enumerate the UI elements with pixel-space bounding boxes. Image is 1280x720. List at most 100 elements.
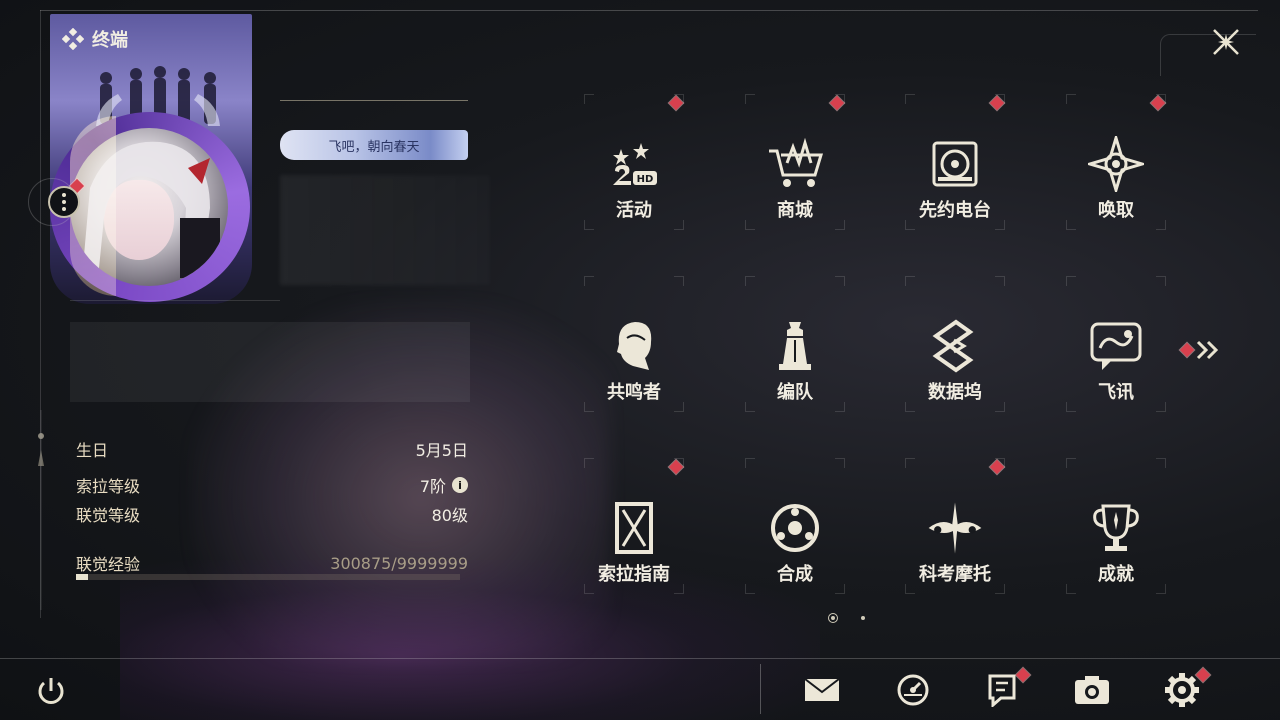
clock-button[interactable] — [893, 670, 933, 710]
menu-item-label: 编队 — [777, 382, 813, 403]
camera-button[interactable] — [1072, 670, 1112, 710]
menu-item-shop[interactable]: 商城 — [715, 90, 875, 270]
grid-corner — [674, 276, 684, 286]
grid-corner — [584, 276, 594, 286]
profile-separator — [70, 300, 280, 301]
grid-corner — [1066, 94, 1076, 104]
union-exp-progress-bar — [76, 574, 460, 580]
menu-item-databank[interactable]: 数据坞 — [875, 272, 1035, 452]
bottom-bar-divider — [760, 664, 761, 714]
menu-item-label: 商城 — [777, 200, 813, 221]
team-icon — [765, 316, 825, 376]
menu-item-label: 活动 — [616, 200, 652, 221]
grid-corner — [835, 276, 845, 286]
menu-item-resonator[interactable]: 共鸣者 — [554, 272, 714, 452]
grid-corner — [1156, 276, 1166, 286]
union-level-value: 80级 — [431, 506, 468, 525]
terminal-title-text: 终端 — [92, 30, 128, 51]
menu-item-motorbike[interactable]: 科考摩托 — [875, 454, 1035, 634]
notice-icon — [987, 673, 1017, 707]
grid-corner — [745, 94, 755, 104]
union-level-row: 联觉等级 80级 — [76, 502, 468, 526]
menu-item-label: 成就 — [1098, 564, 1134, 585]
menu-item-event[interactable]: HD 活动 — [554, 90, 714, 270]
shop-icon — [765, 134, 825, 194]
grid-corner — [835, 458, 845, 468]
sola-level-value: 7阶 — [419, 477, 446, 496]
union-exp-value: 300875/9999999 — [330, 553, 468, 573]
message-icon — [1086, 316, 1146, 376]
menu-item-label: 飞讯 — [1098, 382, 1134, 403]
signature-blurred[interactable] — [70, 322, 470, 402]
event-icon: HD — [604, 134, 664, 194]
bottom-bar-line — [0, 658, 1280, 659]
power-button[interactable] — [34, 674, 68, 708]
grid-corner — [584, 94, 594, 104]
title-badge[interactable]: 飞吧，朝向春天 — [280, 130, 468, 160]
radio-icon — [925, 134, 985, 194]
menu-item-label: 数据坞 — [928, 382, 982, 403]
union-exp-label: 联觉经验 — [76, 555, 141, 574]
menu-item-synthesis[interactable]: 合成 — [715, 454, 875, 634]
grid-corner — [905, 458, 915, 468]
page-indicator-2[interactable] — [861, 616, 865, 620]
menu-item-label: 共鸣者 — [607, 382, 661, 403]
camera-icon — [1073, 674, 1111, 706]
grid-corner — [1066, 276, 1076, 286]
menu-item-message[interactable]: 飞讯 — [1036, 272, 1196, 452]
databank-icon — [925, 316, 985, 376]
sola-level-value-group: 7阶 i — [420, 473, 468, 497]
notification-badge-icon — [1015, 667, 1031, 683]
grid-corner — [995, 276, 1005, 286]
name-underline — [280, 100, 468, 101]
menu-item-achievement[interactable]: 成就 — [1036, 454, 1196, 634]
grid-corner — [905, 276, 915, 286]
page-indicator-1[interactable] — [828, 613, 838, 623]
menu-item-convene[interactable]: 唤取 — [1036, 90, 1196, 270]
settings-gear-icon — [1164, 672, 1200, 708]
terminal-title: 终端 — [62, 26, 128, 52]
motorbike-icon — [925, 498, 985, 558]
sola-level-row: 索拉等级 7阶 i — [76, 473, 468, 497]
mail-icon — [803, 675, 841, 705]
grid-corner — [905, 94, 915, 104]
menu-item-label: 科考摩托 — [919, 564, 991, 585]
grid-corner — [1156, 458, 1166, 468]
menu-item-label: 合成 — [777, 564, 813, 585]
power-icon — [38, 678, 64, 704]
left-decoration — [36, 410, 46, 610]
grid-corner — [745, 276, 755, 286]
title-badge-text: 飞吧，朝向春天 — [328, 139, 420, 155]
double-chevron-right-icon — [1196, 340, 1219, 360]
player-name-blurred — [280, 175, 490, 285]
info-icon[interactable]: i — [452, 477, 468, 493]
close-icon — [1213, 29, 1239, 55]
frame-top-line — [40, 10, 1258, 11]
more-options-button[interactable] — [48, 186, 80, 218]
terminal-logo-icon — [62, 28, 84, 50]
convene-icon — [1086, 134, 1146, 194]
menu-item-radio[interactable]: 先约电台 — [875, 90, 1035, 270]
menu-item-team[interactable]: 编队 — [715, 272, 875, 452]
more-dot-icon — [62, 200, 66, 204]
close-button[interactable] — [1208, 24, 1244, 60]
next-page-badge-icon — [1179, 342, 1195, 358]
achievement-icon — [1086, 498, 1146, 558]
menu-item-label: 索拉指南 — [598, 564, 670, 585]
union-level-label: 联觉等级 — [76, 506, 141, 525]
mail-button[interactable] — [802, 670, 842, 710]
birthday-value: 5月5日 — [415, 441, 468, 460]
sola-level-label: 索拉等级 — [76, 477, 141, 496]
menu-item-label: 唤取 — [1098, 200, 1134, 221]
union-exp-progress-fill — [76, 574, 88, 580]
settings-gear-button[interactable] — [1162, 667, 1211, 710]
notice-button[interactable] — [982, 667, 1031, 710]
more-dot-icon — [62, 193, 66, 197]
union-exp-row: 联觉经验 300875/9999999 — [76, 551, 468, 575]
birthday-row: 生日 5月5日 — [76, 437, 468, 461]
grid-corner — [745, 458, 755, 468]
synthesis-icon — [765, 498, 825, 558]
menu-item-guidebook[interactable]: 索拉指南 — [554, 454, 714, 634]
resonator-icon — [604, 316, 664, 376]
next-page-button[interactable] — [1178, 338, 1222, 362]
